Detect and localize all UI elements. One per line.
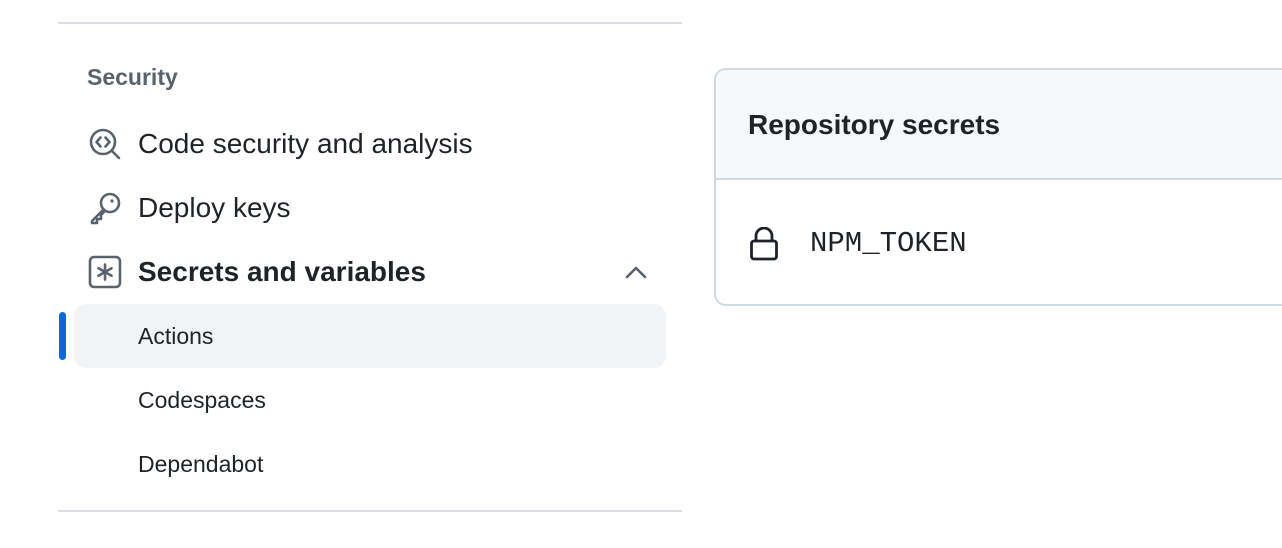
repository-secrets-panel: Repository secrets NPM_TOKEN [714,68,1282,306]
sidebar-section-heading: Security [87,64,178,90]
codescan-icon [88,127,122,161]
panel-header: Repository secrets [716,70,1282,180]
sidebar-subitem-codespaces[interactable]: Codespaces [74,368,666,432]
sidebar-subitem-label: Actions [138,323,214,349]
sidebar-subitem-actions[interactable]: Actions [74,304,666,368]
secret-name: NPM_TOKEN [810,227,967,260]
lock-icon [748,226,780,261]
asterisk-icon [88,255,122,289]
sidebar-item-label: Secrets and variables [138,256,426,287]
sidebar-item-deploy-keys[interactable]: Deploy keys [74,176,666,240]
secret-row: NPM_TOKEN [716,180,1282,304]
sidebar-item-label: Code security and analysis [138,128,473,159]
sidebar-subitem-label: Codespaces [138,387,266,413]
sidebar-item-code-security[interactable]: Code security and analysis [74,112,666,176]
key-icon [88,191,122,225]
sidebar-item-label: Deploy keys [138,192,291,223]
sidebar-item-secrets-and-variables[interactable]: Secrets and variables [74,240,666,304]
sidebar-subitem-dependabot[interactable]: Dependabot [74,432,666,496]
sidebar-top-divider [58,22,682,24]
active-item-indicator [59,312,66,360]
chevron-up-icon[interactable] [624,260,648,284]
sidebar-subitem-label: Dependabot [138,451,264,477]
panel-title: Repository secrets [748,109,1001,140]
sidebar-bottom-divider [58,510,682,512]
